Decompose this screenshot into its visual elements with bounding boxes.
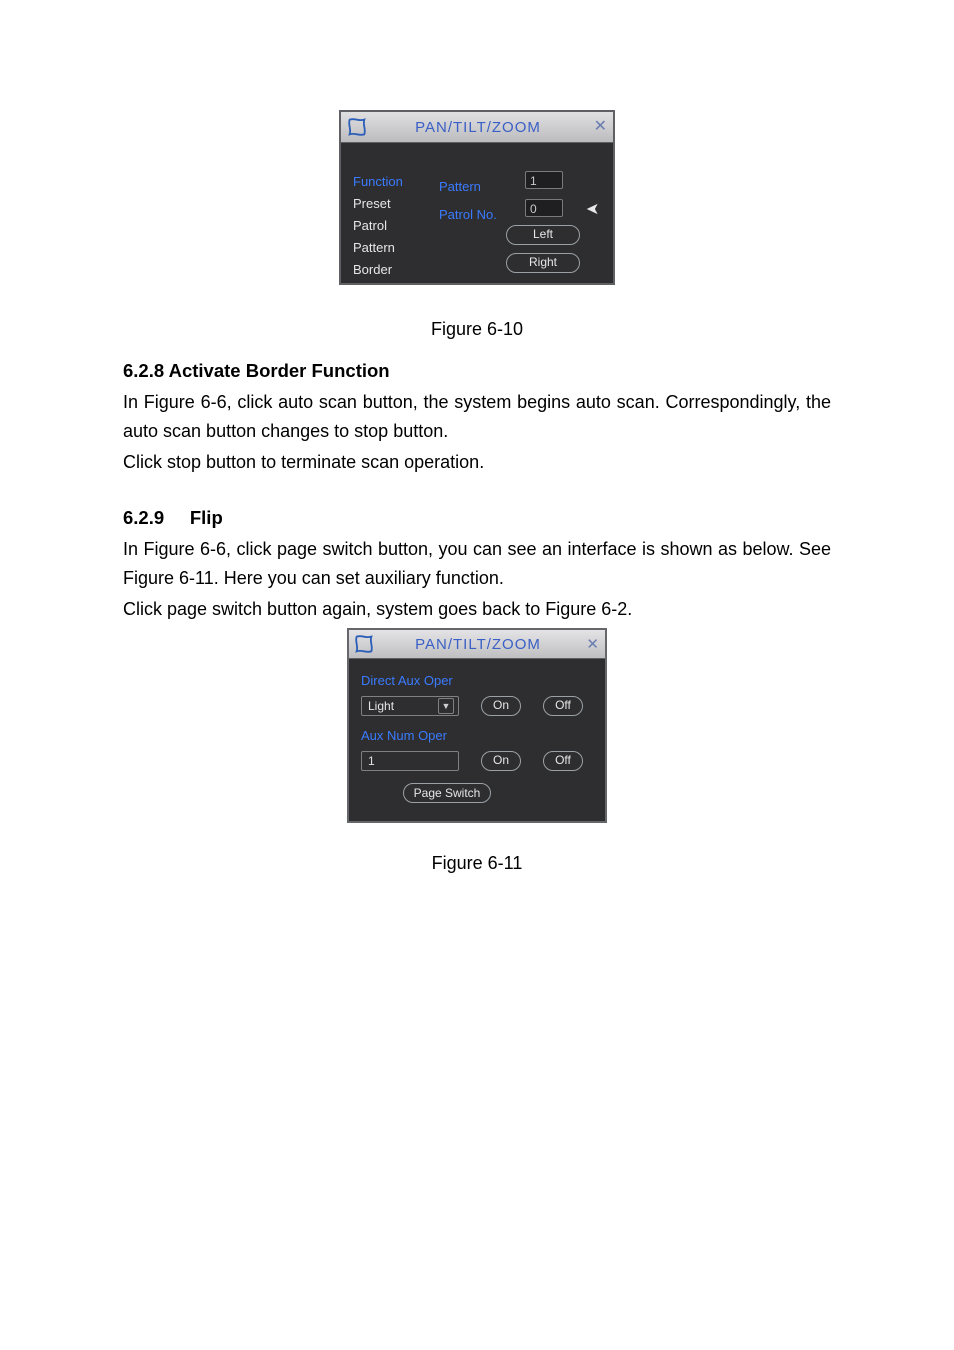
- function-list: Function Preset Patrol Pattern Border: [353, 171, 403, 281]
- left-right-buttons: Left Right: [496, 225, 590, 281]
- close-icon[interactable]: ✕: [586, 635, 599, 653]
- dialog-titlebar: PAN/TILT/ZOOM ✕: [349, 630, 605, 659]
- page-switch-button[interactable]: Page Switch: [403, 783, 492, 803]
- aux-num-label: Aux Num Oper: [361, 728, 593, 743]
- figure-caption-6-11: Figure 6-11: [123, 853, 831, 874]
- function-item[interactable]: Border: [353, 259, 403, 281]
- select-value: Light: [368, 699, 394, 713]
- direct-aux-label: Direct Aux Oper: [361, 673, 593, 688]
- dialog-body: Function Preset Patrol Pattern Border Pa…: [341, 143, 613, 283]
- section-6-2-8-p1: In Figure 6-6, click auto scan button, t…: [123, 388, 831, 446]
- ptz-dialog-border: PAN/TILT/ZOOM ✕ Function Preset Patrol P…: [339, 110, 615, 285]
- direct-aux-on-button[interactable]: On: [481, 696, 521, 716]
- cursor-icon: ➤: [586, 199, 599, 219]
- figure-caption-6-10: Figure 6-10: [123, 319, 831, 340]
- function-item[interactable]: Patrol: [353, 215, 403, 237]
- figure-6-10-container: PAN/TILT/ZOOM ✕ Function Preset Patrol P…: [123, 110, 831, 285]
- field-labels: Pattern Patrol No.: [439, 173, 497, 229]
- document-page: PAN/TILT/ZOOM ✕ Function Preset Patrol P…: [0, 0, 954, 1350]
- section-number: 6.2.9: [123, 507, 164, 528]
- close-icon[interactable]: ✕: [594, 119, 607, 135]
- direct-aux-row: Light ▼ On Off: [361, 696, 593, 716]
- patrol-no-label: Patrol No.: [439, 201, 497, 229]
- figure-6-11-container: PAN/TILT/ZOOM ✕ Direct Aux Oper Light ▼ …: [123, 628, 831, 823]
- pattern-input[interactable]: 1: [525, 171, 563, 189]
- section-heading-6-2-8: 6.2.8 Activate Border Function: [123, 360, 831, 382]
- aux-num-row: 1 On Off: [361, 751, 593, 771]
- field-inputs: 1 0: [525, 171, 563, 227]
- page-switch-row: Page Switch: [361, 783, 593, 803]
- dialog-body: Direct Aux Oper Light ▼ On Off Aux Num O…: [349, 659, 605, 821]
- chevron-down-icon: ▼: [438, 698, 454, 714]
- function-item[interactable]: Preset: [353, 193, 403, 215]
- section-6-2-9-p2: Click page switch button again, system g…: [123, 595, 831, 624]
- right-button[interactable]: Right: [506, 253, 580, 273]
- section-title: Flip: [190, 507, 223, 528]
- pattern-label: Pattern: [439, 173, 497, 201]
- dialog-titlebar: PAN/TILT/ZOOM ✕: [341, 112, 613, 143]
- dialog-title: PAN/TILT/ZOOM: [351, 636, 605, 653]
- left-button[interactable]: Left: [506, 225, 580, 245]
- aux-num-input[interactable]: 1: [361, 751, 459, 771]
- function-item[interactable]: Pattern: [353, 237, 403, 259]
- section-heading-6-2-9: 6.2.9 Flip: [123, 507, 831, 529]
- aux-num-off-button[interactable]: Off: [543, 751, 583, 771]
- patrol-no-input[interactable]: 0: [525, 199, 563, 217]
- aux-num-on-button[interactable]: On: [481, 751, 521, 771]
- function-item[interactable]: Function: [353, 171, 403, 193]
- ptz-dialog-aux: PAN/TILT/ZOOM ✕ Direct Aux Oper Light ▼ …: [347, 628, 607, 823]
- direct-aux-select[interactable]: Light ▼: [361, 696, 459, 716]
- dialog-title: PAN/TILT/ZOOM: [343, 119, 613, 136]
- section-6-2-9-p1: In Figure 6-6, click page switch button,…: [123, 535, 831, 593]
- section-6-2-8-p2: Click stop button to terminate scan oper…: [123, 448, 831, 477]
- direct-aux-off-button[interactable]: Off: [543, 696, 583, 716]
